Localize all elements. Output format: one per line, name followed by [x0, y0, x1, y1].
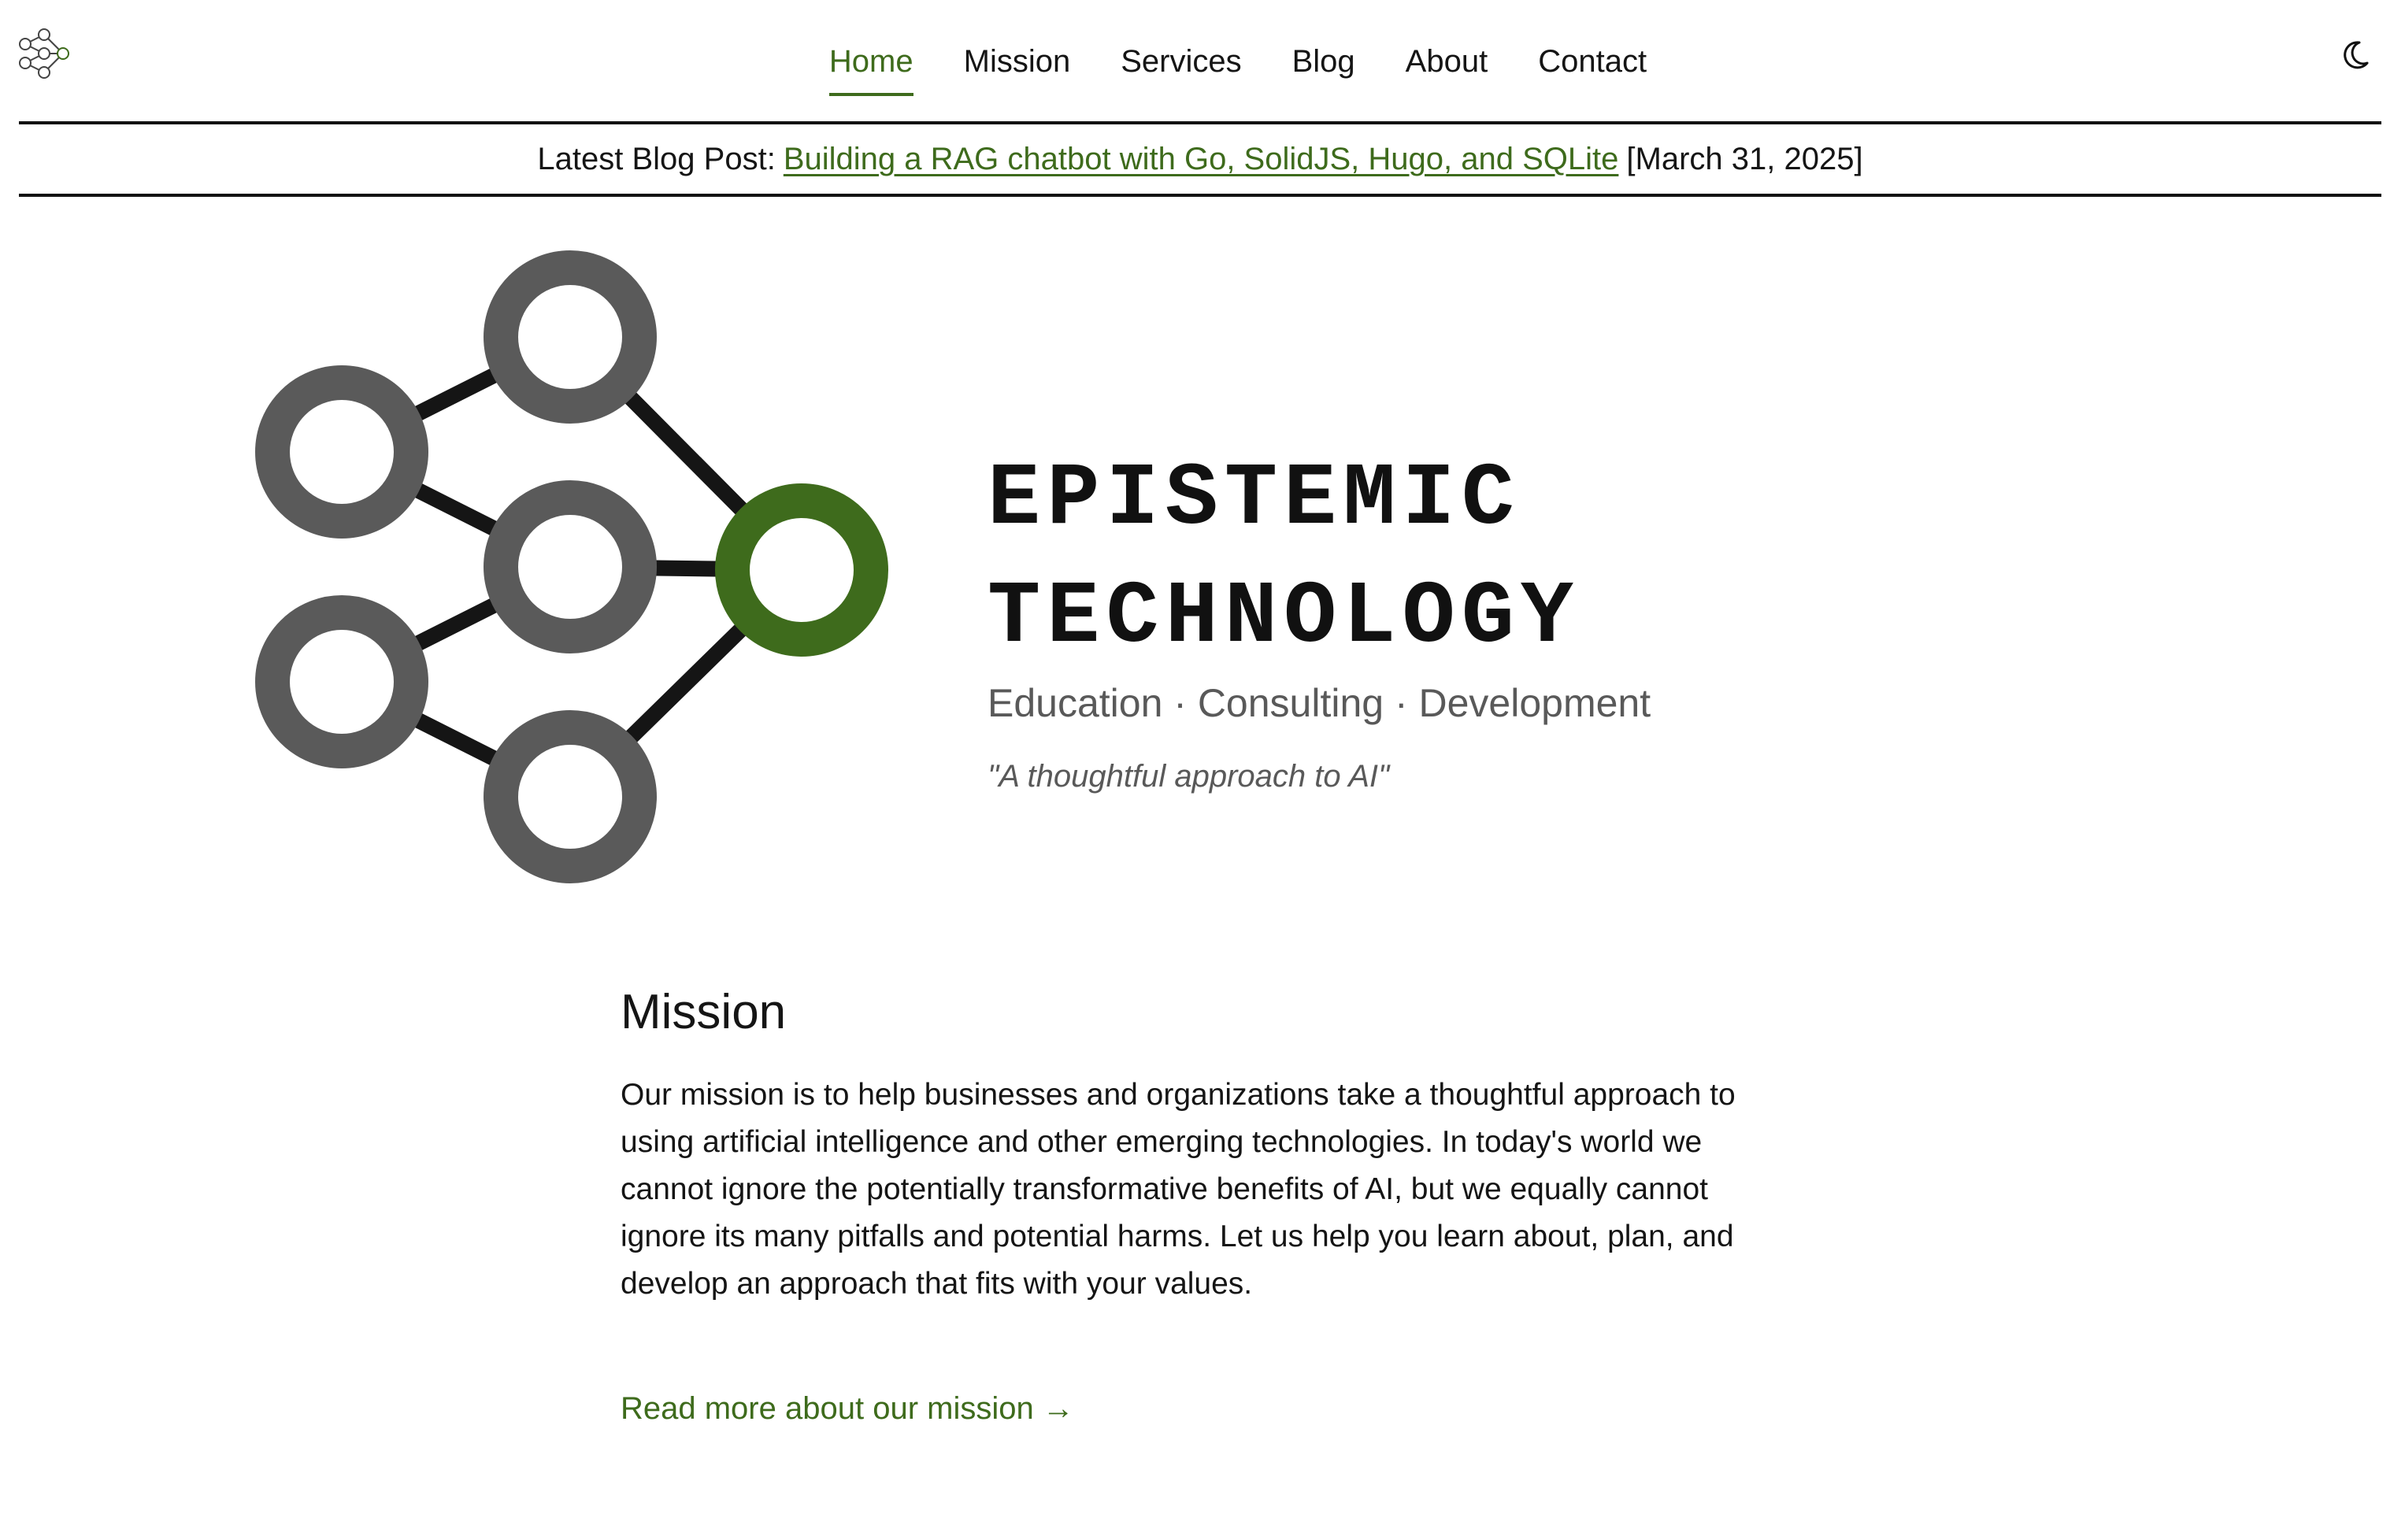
nav-mission[interactable]: Mission	[964, 35, 1071, 93]
mission-section: Mission Our mission is to help businesse…	[621, 984, 1802, 1427]
network-node	[255, 365, 428, 539]
nav-contact[interactable]: Contact	[1538, 35, 1647, 93]
network-node	[484, 480, 657, 653]
hero-subtitle: Education · Consulting · Development	[988, 681, 1651, 725]
neural-network-logo	[255, 250, 888, 883]
banner-prefix: Latest Blog Post:	[537, 141, 776, 176]
latest-post-link[interactable]: Building a RAG chatbot with Go, SolidJS,…	[784, 142, 1619, 177]
nav-home[interactable]: Home	[828, 35, 913, 96]
network-node	[484, 710, 657, 883]
hero-text: EPISTEMIC TECHNOLOGY Education · Consult…	[988, 441, 2169, 794]
network-output-node	[715, 483, 888, 657]
nav-blog[interactable]: Blog	[1292, 35, 1355, 93]
hero-title: EPISTEMIC TECHNOLOGY	[988, 450, 1580, 668]
hero-tagline: "A thoughtful approach to AI"	[988, 759, 1390, 794]
mission-heading: Mission	[621, 985, 787, 1039]
nav-services[interactable]: Services	[1121, 35, 1241, 93]
network-node	[255, 595, 428, 768]
banner-date: [March 31, 2025]	[1626, 141, 1863, 176]
moon-icon[interactable]	[2336, 36, 2374, 74]
nav-about[interactable]: About	[1406, 35, 1488, 93]
network-node	[484, 250, 657, 424]
read-more-mission-link[interactable]: Read more about our mission →	[621, 1391, 1074, 1427]
latest-post-banner: Latest Blog Post: Building a RAG chatbot…	[19, 121, 2381, 197]
main-nav: Home Mission Services Blog About Contact	[0, 35, 2405, 96]
mission-body: Our mission is to help businesses and or…	[621, 1078, 1736, 1301]
